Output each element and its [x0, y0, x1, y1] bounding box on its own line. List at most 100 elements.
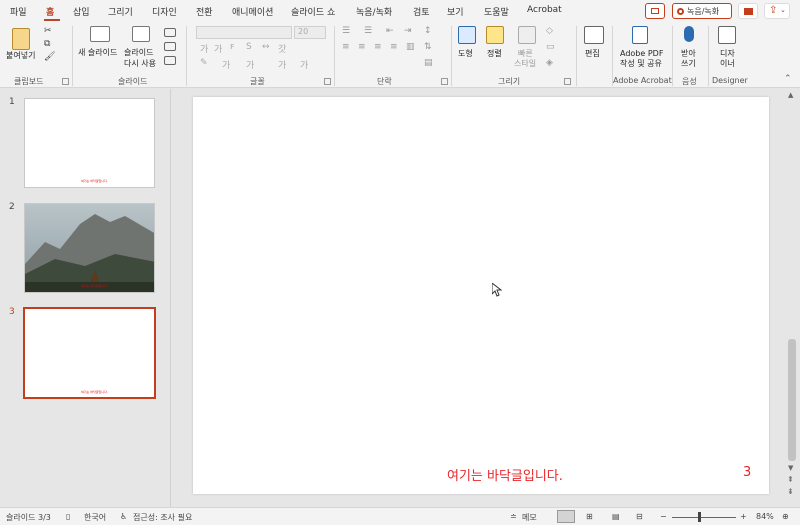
- slide-sorter-icon[interactable]: ⊞: [586, 512, 593, 521]
- present-button[interactable]: [738, 3, 758, 19]
- notes-icon[interactable]: ≐: [510, 512, 517, 521]
- tab-help[interactable]: 도움말: [484, 5, 509, 18]
- tab-home[interactable]: 홈: [46, 5, 54, 18]
- drawing-launcher-icon[interactable]: [564, 78, 571, 85]
- zoom-slider[interactable]: [672, 517, 736, 518]
- arrange-icon[interactable]: [486, 26, 504, 44]
- new-slide-icon[interactable]: [90, 26, 110, 42]
- section-icon[interactable]: [164, 56, 176, 65]
- designer-icon[interactable]: [718, 26, 736, 44]
- reset-icon[interactable]: [164, 42, 176, 51]
- tab-view[interactable]: 보기: [447, 5, 464, 18]
- accessibility-icon[interactable]: ♿: [120, 512, 127, 521]
- adobe-pdf-label-2[interactable]: 작성 및 공유: [620, 58, 662, 69]
- align-left-icon[interactable]: ≡: [342, 42, 350, 52]
- language-indicator[interactable]: 한국어: [84, 512, 106, 523]
- line-spacing-icon[interactable]: ↕: [424, 26, 432, 36]
- shape-fill-icon[interactable]: ◇: [546, 26, 553, 36]
- slide-thumbnail-3[interactable]: 여기는 바닥글입니다.: [23, 307, 156, 399]
- scroll-thumb[interactable]: [788, 339, 796, 461]
- arrange-button[interactable]: 정렬: [487, 48, 502, 59]
- clear-format-icon[interactable]: ꜰ: [230, 42, 234, 52]
- tab-insert[interactable]: 삽입: [73, 5, 90, 18]
- superscript-icon[interactable]: 가: [278, 58, 286, 71]
- dictate-label-2[interactable]: 쓰기: [681, 58, 696, 69]
- change-case-icon[interactable]: 갓: [278, 42, 286, 55]
- tab-transitions[interactable]: 전환: [196, 5, 213, 18]
- numbering-icon[interactable]: ☰: [364, 26, 372, 36]
- paragraph-launcher-icon[interactable]: [441, 78, 448, 85]
- shape-effects-icon[interactable]: ◈: [546, 58, 553, 68]
- tab-animations[interactable]: 애니메이션: [232, 5, 273, 18]
- next-slide-icon[interactable]: ⇟: [787, 487, 794, 496]
- decrease-indent-icon[interactable]: ⇤: [386, 26, 394, 36]
- slide-thumbnail-1[interactable]: 여기는 바닥글입니다.: [24, 98, 155, 188]
- share-button[interactable]: ⇪ ⌄: [764, 3, 790, 19]
- shadow-icon[interactable]: S: [246, 42, 252, 52]
- copy-icon[interactable]: ⧉: [44, 39, 50, 49]
- spelling-icon[interactable]: ▯: [66, 512, 70, 521]
- editing-button[interactable]: 편집: [585, 48, 600, 59]
- zoom-out-icon[interactable]: −: [660, 512, 667, 521]
- zoom-slider-thumb[interactable]: [698, 512, 701, 522]
- reuse-slides-label-2[interactable]: 다시 사용: [124, 58, 156, 69]
- decrease-font-icon[interactable]: 가: [214, 42, 222, 55]
- reuse-slides-label-1[interactable]: 슬라이드: [124, 47, 153, 58]
- previous-slide-icon[interactable]: ⇞: [787, 475, 794, 484]
- new-slide-button[interactable]: 새 슬라이드: [78, 47, 117, 58]
- dictate-icon[interactable]: [684, 26, 694, 42]
- shape-outline-icon[interactable]: ▭: [546, 42, 555, 52]
- slide-thumbnail-2[interactable]: 여기는 바닥글입니다.: [24, 203, 155, 293]
- pane-divider[interactable]: [170, 89, 171, 507]
- scroll-up-icon[interactable]: ▲: [788, 91, 793, 99]
- collapse-ribbon-icon[interactable]: ⌃: [784, 74, 792, 84]
- font-size-dropdown[interactable]: 20: [294, 26, 326, 39]
- zoom-level[interactable]: 84%: [756, 512, 774, 521]
- slide-number-placeholder[interactable]: 3: [743, 465, 751, 480]
- increase-indent-icon[interactable]: ⇥: [404, 26, 412, 36]
- font-color-icon[interactable]: 가: [222, 58, 230, 71]
- designer-label-2[interactable]: 이너: [720, 58, 735, 69]
- smartart-icon[interactable]: ▤: [424, 58, 433, 68]
- slideshow-view-icon[interactable]: ⊟: [636, 512, 643, 521]
- cut-icon[interactable]: ✂: [44, 26, 52, 36]
- subscript-icon[interactable]: 가: [300, 58, 308, 71]
- tab-slideshow[interactable]: 슬라이드 쇼: [291, 5, 335, 18]
- text-direction-icon[interactable]: ⇅: [424, 42, 432, 52]
- shapes-button[interactable]: 도형: [458, 48, 473, 59]
- slide-footer[interactable]: 여기는 바닥글입니다.: [447, 465, 563, 484]
- notes-button[interactable]: 메모: [522, 512, 537, 523]
- reading-view-icon[interactable]: ▤: [612, 512, 620, 521]
- tab-draw[interactable]: 그리기: [108, 5, 133, 18]
- quick-styles-icon[interactable]: [518, 26, 536, 44]
- fit-to-window-icon[interactable]: ⊕: [782, 512, 789, 521]
- tab-acrobat[interactable]: Acrobat: [527, 5, 562, 15]
- underline-icon[interactable]: 가: [246, 58, 254, 71]
- tab-file[interactable]: 파일: [10, 5, 27, 18]
- normal-view-icon[interactable]: [557, 510, 575, 523]
- clipboard-launcher-icon[interactable]: [62, 78, 69, 85]
- columns-icon[interactable]: ▥: [406, 42, 415, 52]
- justify-icon[interactable]: ≡: [390, 42, 398, 52]
- char-spacing-icon[interactable]: ↔: [262, 42, 270, 52]
- layout-icon[interactable]: [164, 28, 176, 37]
- font-name-dropdown[interactable]: [196, 26, 292, 39]
- font-launcher-icon[interactable]: [324, 78, 331, 85]
- slide-canvas[interactable]: 여기는 바닥글입니다. 3: [193, 97, 769, 494]
- comments-button[interactable]: [645, 3, 665, 19]
- tab-design[interactable]: 디자인: [152, 5, 177, 18]
- adobe-pdf-icon[interactable]: [632, 26, 648, 44]
- paste-icon[interactable]: [12, 28, 30, 50]
- align-center-icon[interactable]: ≡: [358, 42, 366, 52]
- record-button[interactable]: 녹음/녹화: [672, 3, 732, 19]
- format-painter-icon[interactable]: 🖌: [44, 52, 55, 62]
- align-right-icon[interactable]: ≡: [374, 42, 382, 52]
- zoom-in-icon[interactable]: +: [740, 512, 747, 521]
- scroll-down-icon[interactable]: ▼: [788, 464, 793, 472]
- increase-font-icon[interactable]: 가: [200, 42, 208, 55]
- shapes-icon[interactable]: [458, 26, 476, 44]
- highlight-icon[interactable]: ✎: [200, 58, 208, 68]
- tab-review[interactable]: 검토: [413, 5, 430, 18]
- find-icon[interactable]: [584, 26, 604, 44]
- reuse-slides-icon[interactable]: [132, 26, 150, 42]
